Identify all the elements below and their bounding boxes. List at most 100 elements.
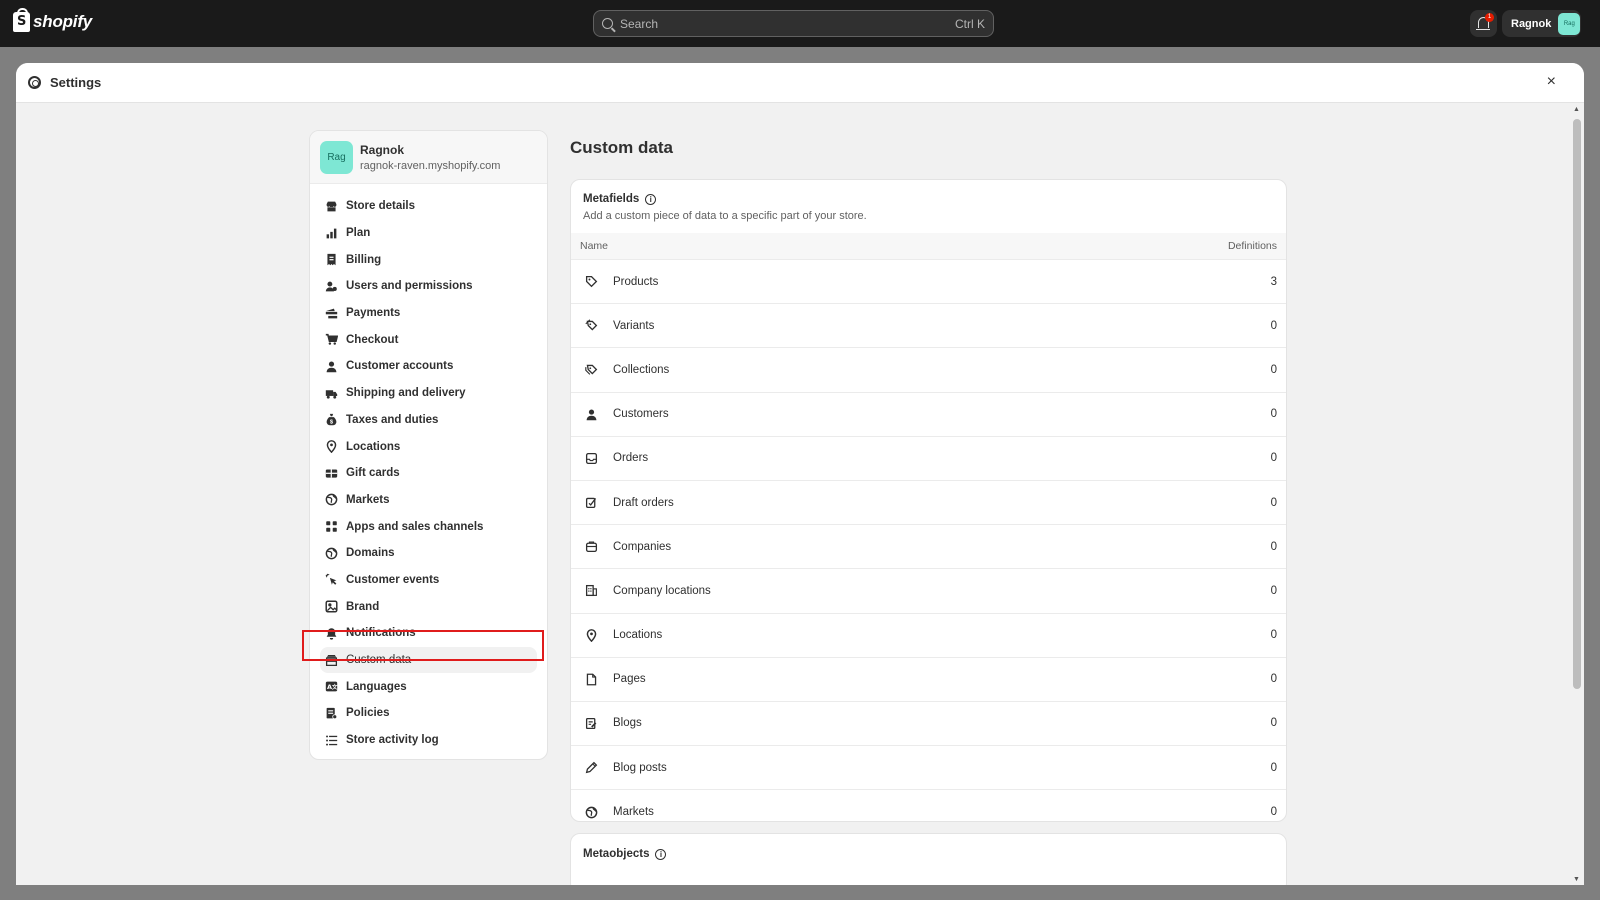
sidebar-item-apps-and-sales-channels[interactable]: Apps and sales channels xyxy=(310,513,537,540)
store-avatar: Rag xyxy=(320,140,353,174)
settings-nav: Rag Ragnok ragnok-raven.myshopify.com St… xyxy=(309,130,548,760)
sidebar-item-label: Payments xyxy=(346,307,401,320)
info-icon[interactable]: i xyxy=(655,848,667,860)
row-name: Company locations xyxy=(613,584,711,597)
table-row[interactable]: Collections 0 xyxy=(571,348,1286,393)
scroll-up-arrow-icon[interactable]: ▲ xyxy=(1573,106,1580,113)
account-name: Ragnok xyxy=(1511,17,1552,30)
sidebar-item-label: Shipping and delivery xyxy=(346,387,466,400)
brand-name: shopify xyxy=(33,12,93,31)
sidebar-item-label: Brand xyxy=(346,600,380,613)
metafields-subtitle: Add a custom piece of data to a specific… xyxy=(583,210,867,222)
notifications-button[interactable]: 1 xyxy=(1470,10,1497,37)
row-definitions-count: 0 xyxy=(1270,496,1277,509)
search-input[interactable]: Search Ctrl K xyxy=(593,10,994,37)
row-definitions-count: 0 xyxy=(1270,673,1277,686)
apps-icon xyxy=(325,520,338,533)
sidebar-item-label: Taxes and duties xyxy=(346,413,439,426)
table-row[interactable]: Blog posts 0 xyxy=(571,746,1286,791)
table-row[interactable]: Locations 0 xyxy=(571,614,1286,658)
sidebar-item-gift-cards[interactable]: Gift cards xyxy=(310,460,537,487)
modal-header: Settings × xyxy=(16,63,1584,103)
sidebar-item-billing[interactable]: Billing xyxy=(310,246,537,273)
sidebar-item-languages[interactable]: A 文 Languages xyxy=(310,673,537,700)
person-icon xyxy=(325,360,338,373)
sidebar-item-custom-data[interactable]: Custom data xyxy=(320,646,537,674)
table-row[interactable]: Markets 0 xyxy=(571,790,1286,821)
sidebar-item-label: Apps and sales channels xyxy=(346,520,484,533)
row-name: Variants xyxy=(613,319,655,332)
sidebar-item-domains[interactable]: Domains xyxy=(310,540,537,567)
search-icon xyxy=(602,18,613,29)
inbox-icon xyxy=(585,452,598,465)
shopify-bag-icon xyxy=(13,8,30,32)
info-icon[interactable]: i xyxy=(645,193,657,205)
sidebar-item-taxes-and-duties[interactable]: $ Taxes and duties xyxy=(310,407,537,434)
sidebar-item-users-and-permissions[interactable]: Users and permissions xyxy=(310,273,537,300)
sidebar-item-label: Notifications xyxy=(346,627,416,640)
row-name: Orders xyxy=(613,452,649,465)
scrollbar[interactable]: ▲ ▼ xyxy=(1570,104,1584,885)
metafields-card: Metafields i Add a custom piece of data … xyxy=(570,179,1287,822)
company-icon xyxy=(585,540,598,553)
sidebar-item-label: Languages xyxy=(346,680,407,693)
shopify-logo[interactable]: shopify xyxy=(13,8,93,32)
sidebar-item-checkout[interactable]: Checkout xyxy=(310,326,537,353)
draft-order-icon xyxy=(585,496,598,509)
sidebar-item-customer-accounts[interactable]: Customer accounts xyxy=(310,353,537,380)
row-name: Companies xyxy=(613,540,672,553)
truck-icon xyxy=(325,387,338,400)
column-header-name: Name xyxy=(580,240,609,252)
settings-modal: Settings × ▲ ▼ Rag Ragnok ragnok-raven.m… xyxy=(16,63,1584,885)
row-definitions-count: 0 xyxy=(1270,806,1277,819)
scroll-down-arrow-icon[interactable]: ▼ xyxy=(1573,876,1580,883)
table-row[interactable]: Variants 0 xyxy=(571,304,1286,349)
table-row[interactable]: Orders 0 xyxy=(571,437,1286,481)
sidebar-item-label: Locations xyxy=(346,440,401,453)
sidebar-item-payments[interactable]: Payments xyxy=(310,300,537,327)
sidebar-item-store-activity-log[interactable]: Store activity log xyxy=(310,727,537,754)
list-icon xyxy=(325,734,338,747)
table-row[interactable]: Blogs 0 xyxy=(571,702,1286,747)
sidebar-item-notifications[interactable]: Notifications xyxy=(310,620,537,647)
row-definitions-count: 0 xyxy=(1270,363,1277,376)
sidebar-item-policies[interactable]: Policies xyxy=(310,700,537,727)
row-definitions-count: 0 xyxy=(1270,629,1277,642)
table-row[interactable]: Draft orders 0 xyxy=(571,481,1286,526)
sidebar-item-shipping-and-delivery[interactable]: Shipping and delivery xyxy=(310,380,537,407)
table-row[interactable]: Companies 0 xyxy=(571,525,1286,570)
sidebar-item-label: Gift cards xyxy=(346,467,400,480)
store-header[interactable]: Rag Ragnok ragnok-raven.myshopify.com xyxy=(310,131,547,184)
sidebar-item-brand[interactable]: Brand xyxy=(310,593,537,620)
row-name: Pages xyxy=(613,673,646,686)
row-name: Markets xyxy=(613,806,654,819)
metafields-rows: Products 3 Variants 0 Collections 0 Customers 0… xyxy=(571,260,1286,821)
sidebar-item-customer-events[interactable]: Customer events xyxy=(310,567,537,594)
row-name: Draft orders xyxy=(613,496,674,509)
variant-tag-icon xyxy=(585,319,598,332)
metafields-header: Metafields i Add a custom piece of data … xyxy=(571,180,1286,233)
account-menu-button[interactable]: Ragnok Rag xyxy=(1502,10,1581,37)
table-row[interactable]: Products 3 xyxy=(571,260,1286,305)
custom-data-icon xyxy=(325,654,338,667)
sidebar-item-locations[interactable]: Locations xyxy=(310,433,537,460)
sidebar-item-store-details[interactable]: Store details xyxy=(310,193,537,220)
row-definitions-count: 0 xyxy=(1270,761,1277,774)
svg-text:文: 文 xyxy=(332,683,338,691)
metaobjects-title: Metaobjects xyxy=(583,848,650,860)
globe-icon xyxy=(585,806,598,819)
table-row[interactable]: Pages 0 xyxy=(571,658,1286,702)
sidebar-item-plan[interactable]: Plan xyxy=(310,220,537,247)
row-definitions-count: 0 xyxy=(1270,717,1277,730)
metaobjects-title-row: Metaobjects i xyxy=(571,834,1286,860)
row-name: Customers xyxy=(613,408,669,421)
bell-icon xyxy=(325,627,338,640)
scroll-thumb[interactable] xyxy=(1573,119,1581,689)
close-button[interactable]: × xyxy=(1547,73,1556,91)
sidebar-item-markets[interactable]: Markets xyxy=(310,487,537,514)
cursor-icon xyxy=(325,573,338,586)
table-row[interactable]: Customers 0 xyxy=(571,393,1286,437)
row-name: Products xyxy=(613,275,659,288)
metafields-title-row: Metafields i xyxy=(583,193,1274,205)
table-row[interactable]: Company locations 0 xyxy=(571,569,1286,614)
